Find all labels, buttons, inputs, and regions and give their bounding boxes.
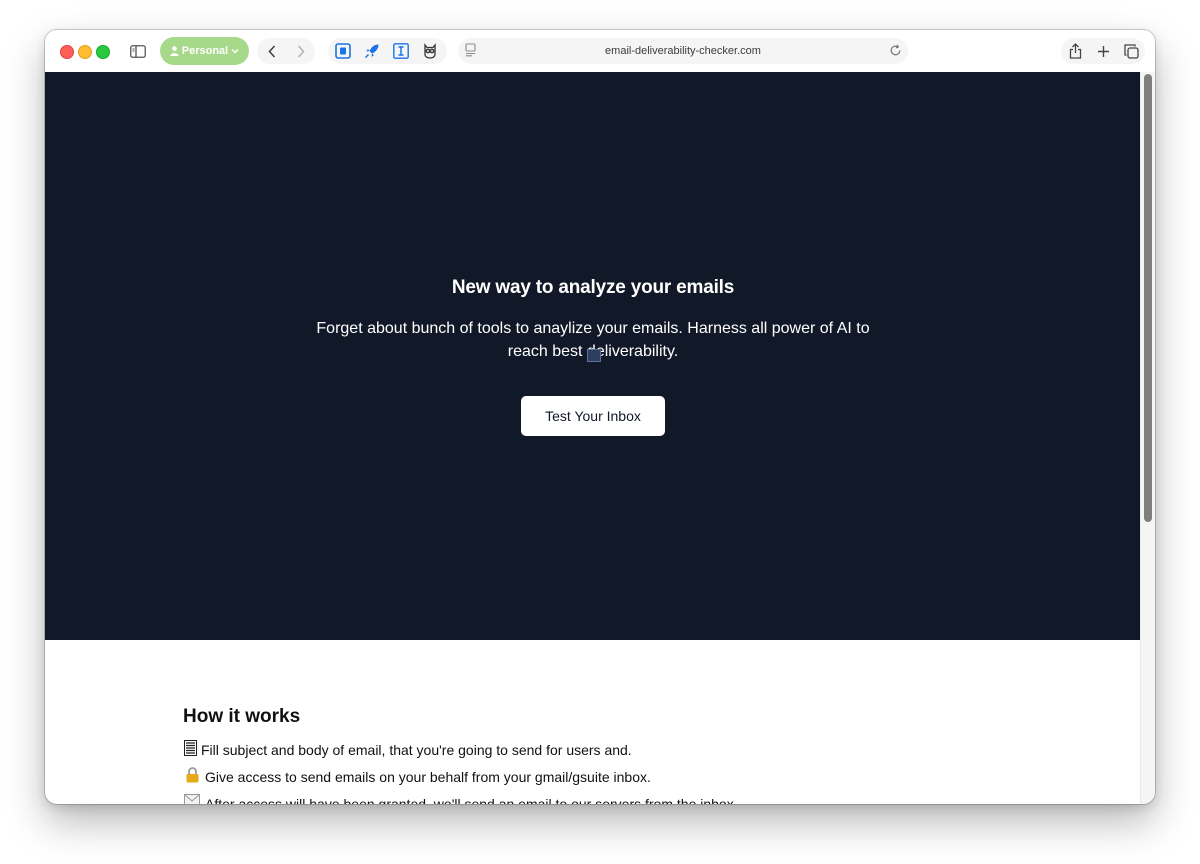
rocket-icon[interactable] <box>363 42 381 60</box>
list-item: Give access to send emails on your behal… <box>183 767 1083 794</box>
envelope-icon <box>183 794 201 804</box>
hero-title: New way to analyze your emails <box>451 277 735 298</box>
step-text: After access will have been granted, we'… <box>205 796 738 804</box>
hero-section: New way to analyze your emails Forget ab… <box>45 72 1141 640</box>
url-text: email-deliverability-checker.com <box>605 45 761 57</box>
bitwarden-icon[interactable] <box>334 42 352 60</box>
owl-icon[interactable] <box>421 42 439 60</box>
step-text: Give access to send emails on your behal… <box>205 769 651 785</box>
person-icon <box>170 46 179 56</box>
share-icon <box>1069 43 1081 59</box>
browser-window: Personal email-deliverability-checker.co… <box>45 30 1155 804</box>
how-it-works-section: How it works Fill subject and body of em… <box>183 706 1083 804</box>
chevron-left-icon <box>267 44 275 58</box>
minimize-window-button[interactable] <box>78 45 92 59</box>
extensions-bar <box>328 38 447 64</box>
close-window-button[interactable] <box>60 45 74 59</box>
steps-list: Fill subject and body of email, that you… <box>183 740 1083 804</box>
sidebar-icon <box>130 44 146 58</box>
navigation-buttons <box>257 38 315 64</box>
tab-overview-button[interactable] <box>1117 38 1145 64</box>
lock-icon <box>183 767 201 783</box>
page-scrollbar[interactable] <box>1140 72 1155 804</box>
test-your-inbox-button[interactable]: Test Your Inbox <box>521 396 665 436</box>
back-button[interactable] <box>257 38 286 64</box>
text-cursor-icon[interactable] <box>392 42 410 60</box>
sidebar-toggle-button[interactable] <box>123 37 153 65</box>
reload-icon[interactable] <box>889 44 902 57</box>
address-bar[interactable]: email-deliverability-checker.com <box>458 38 908 64</box>
list-item: Fill subject and body of email, that you… <box>183 740 1083 767</box>
browser-toolbar: Personal email-deliverability-checker.co… <box>45 30 1155 73</box>
how-it-works-title: How it works <box>183 706 301 727</box>
list-item: After access will have been granted, we'… <box>183 794 1083 804</box>
new-tab-button[interactable] <box>1089 38 1117 64</box>
window-actions <box>1061 38 1145 64</box>
scrollbar-thumb[interactable] <box>1144 74 1152 522</box>
plus-icon <box>1097 45 1109 57</box>
step-text: Fill subject and body of email, that you… <box>201 742 632 758</box>
zoom-window-button[interactable] <box>96 45 110 59</box>
memo-icon <box>183 740 197 756</box>
chevron-right-icon <box>297 44 305 58</box>
forward-button[interactable] <box>286 38 315 64</box>
page-viewport: New way to analyze your emails Forget ab… <box>45 72 1155 804</box>
tabs-icon <box>1123 43 1139 59</box>
profile-button[interactable]: Personal <box>160 37 249 65</box>
text-cursor-highlight <box>587 349 601 362</box>
chevron-down-icon <box>231 49 239 54</box>
share-button[interactable] <box>1061 38 1089 64</box>
profile-label: Personal <box>181 45 229 57</box>
